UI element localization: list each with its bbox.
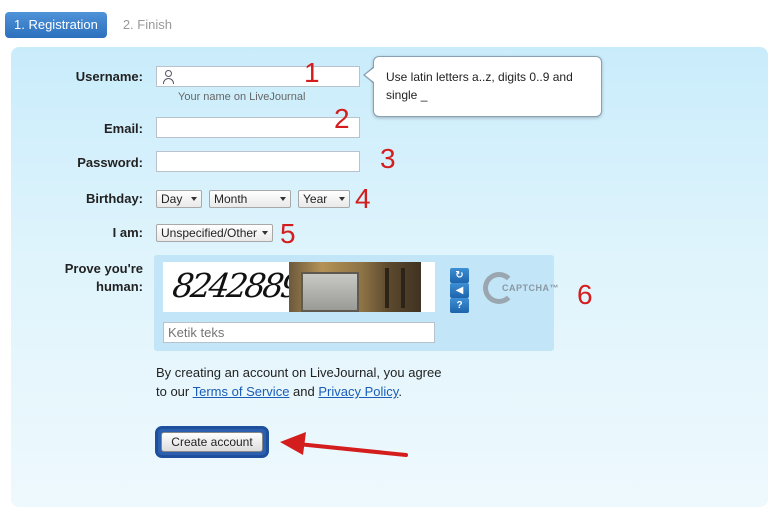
annotation-6: 6 [577, 279, 593, 310]
password-label: Password: [77, 155, 143, 170]
terms-link[interactable]: Terms of Service [193, 384, 290, 399]
email-label: Email: [103, 121, 143, 136]
birthday-month-value: Month [214, 192, 248, 206]
birthday-label: Birthday: [85, 191, 143, 206]
step-finish: 2. Finish [122, 17, 172, 32]
registration-steps: 1. Registration 2. Finish [5, 12, 172, 38]
annotation-3: 3 [380, 143, 396, 174]
create-account-button[interactable]: Create account [161, 432, 263, 452]
human-label: Prove you're human: [3, 260, 143, 296]
birthday-year-select[interactable]: Year [298, 190, 350, 208]
birthday-day-select[interactable]: Day [156, 190, 202, 208]
tooltip-line-1: Use latin letters a..z, digits 0..9 and [386, 70, 573, 84]
agreement-line-1: By creating an account on LiveJournal, y… [156, 365, 442, 380]
recaptcha-logo: CAPTCHA™ [483, 272, 559, 306]
username-label: Username: [75, 69, 143, 84]
birthday-day-value: Day [161, 192, 183, 206]
human-label-line-2: human: [96, 279, 143, 294]
password-input[interactable] [156, 151, 360, 172]
annotation-5: 5 [280, 218, 296, 249]
tooltip-tail-inner [365, 67, 375, 83]
captcha-photo [289, 262, 421, 312]
username-hint: Your name on LiveJournal [178, 91, 306, 103]
username-input[interactable] [156, 66, 360, 87]
email-input[interactable] [156, 117, 360, 138]
annotation-4: 4 [355, 183, 371, 214]
username-tooltip: Use latin letters a..z, digits 0..9 and … [373, 56, 602, 117]
red-arrow-icon [280, 432, 408, 457]
create-account-highlight: Create account [155, 426, 269, 458]
agreement-line-2: to our Terms of Service and Privacy Poli… [156, 384, 402, 399]
user-icon [163, 70, 174, 84]
captcha-input[interactable] [163, 322, 435, 343]
help-icon[interactable]: ? [450, 298, 469, 313]
tooltip-line-2: single _ [386, 88, 428, 102]
captcha-challenge-text: 8242889 [170, 266, 302, 305]
audio-icon[interactable]: ◀ [450, 283, 469, 298]
gender-label: I am: [112, 225, 143, 240]
chevron-down-icon [339, 197, 345, 201]
reload-icon[interactable]: ↻ [450, 268, 469, 283]
gender-select[interactable]: Unspecified/Other [156, 224, 273, 242]
recaptcha-brand: CAPTCHA™ [502, 283, 559, 293]
annotation-2: 2 [334, 103, 350, 134]
birthday-year-value: Year [303, 192, 328, 206]
gender-value: Unspecified/Other [161, 226, 258, 240]
chevron-down-icon [280, 197, 286, 201]
privacy-link[interactable]: Privacy Policy [318, 384, 398, 399]
chevron-down-icon [262, 231, 268, 235]
chevron-down-icon [191, 197, 197, 201]
birthday-month-select[interactable]: Month [209, 190, 291, 208]
step-registration: 1. Registration [5, 12, 107, 38]
agreement-text: By creating an account on LiveJournal, y… [156, 363, 441, 401]
annotation-1: 1 [304, 57, 320, 88]
human-label-line-1: Prove you're [64, 261, 143, 276]
captcha-image: 8242889 [163, 262, 435, 312]
